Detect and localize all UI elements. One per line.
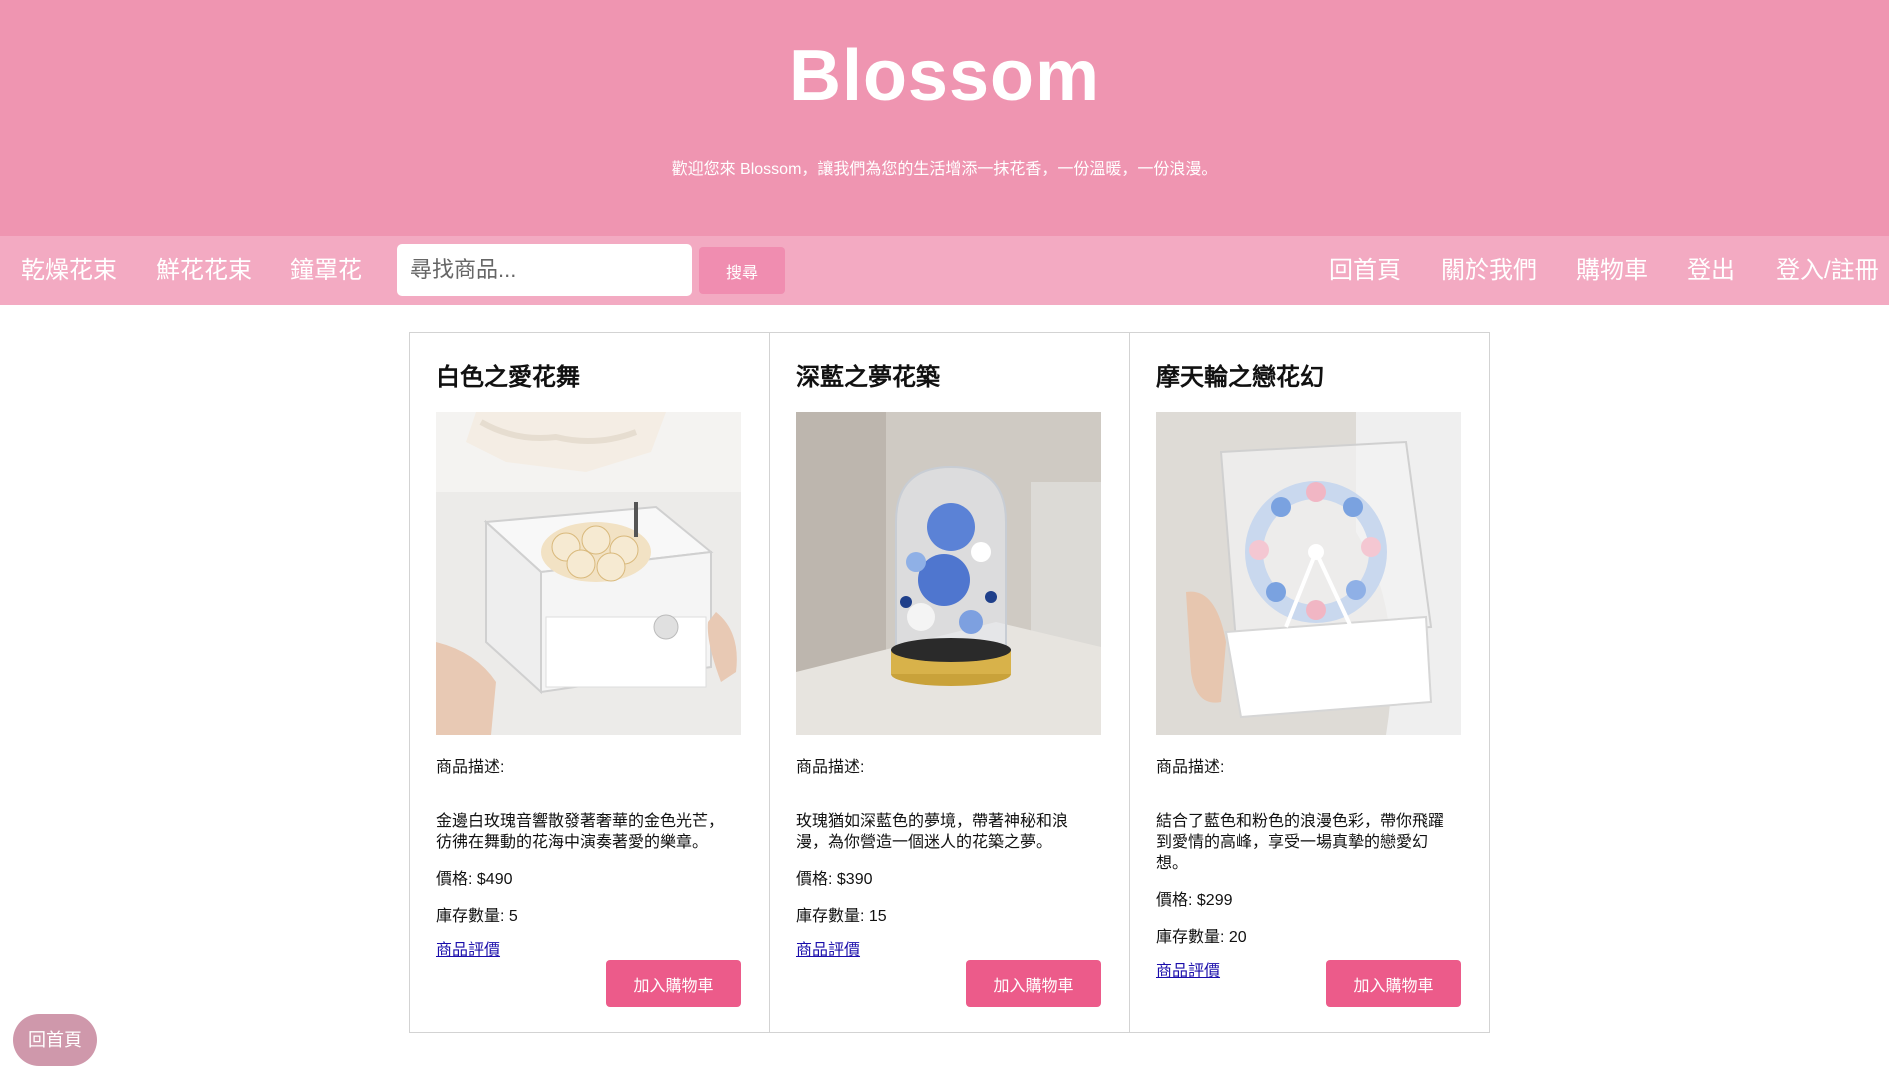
nav-cart[interactable]: 購物車 bbox=[1576, 236, 1648, 305]
product-image[interactable] bbox=[796, 412, 1101, 735]
nav-dried-bouquet[interactable]: 乾燥花束 bbox=[21, 236, 117, 305]
product-grid: 白色之愛花舞 商品描述: 金邊白玫瑰音響散發著奢華的金色光芒，彷彿在舞動的花海中… bbox=[409, 332, 1490, 1033]
add-to-cart-button[interactable]: 加入購物車 bbox=[966, 960, 1101, 1007]
product-name: 白色之愛花舞 bbox=[436, 364, 580, 391]
product-price: 價格: $299 bbox=[1156, 892, 1233, 909]
nav-logout[interactable]: 登出 bbox=[1687, 236, 1735, 305]
product-price: 價格: $390 bbox=[796, 871, 873, 888]
nav-login-register[interactable]: 登入/註冊 bbox=[1776, 236, 1879, 305]
add-to-cart-button[interactable]: 加入購物車 bbox=[1326, 960, 1461, 1007]
nav-fresh-bouquet[interactable]: 鮮花花束 bbox=[156, 236, 252, 305]
product-name: 深藍之夢花築 bbox=[796, 364, 940, 391]
product-stock: 庫存數量: 15 bbox=[796, 908, 887, 925]
product-name: 摩天輪之戀花幻 bbox=[1156, 364, 1324, 391]
product-desc-label: 商品描述: bbox=[436, 759, 505, 776]
search-button[interactable]: 搜尋 bbox=[699, 247, 785, 294]
product-image[interactable] bbox=[1156, 412, 1461, 735]
product-card: 白色之愛花舞 商品描述: 金邊白玫瑰音響散發著奢華的金色光芒，彷彿在舞動的花海中… bbox=[409, 332, 770, 1033]
nav-about-us[interactable]: 關於我們 bbox=[1441, 236, 1537, 305]
nav-home[interactable]: 回首頁 bbox=[1329, 236, 1401, 305]
product-card: 摩天輪之戀花幻 商品描述: 結合了藍色和粉色的浪漫色彩，帶你飛躍到愛情的高峰，享… bbox=[1129, 332, 1490, 1033]
product-stock: 庫存數量: 5 bbox=[436, 908, 518, 925]
product-description: 玫瑰猶如深藍色的夢境，帶著神秘和浪漫，為你營造一個迷人的花築之夢。 bbox=[796, 813, 1069, 851]
product-review-link[interactable]: 商品評價 bbox=[1156, 961, 1220, 983]
product-card: 深藍之夢花築 商品描述: 玫瑰猶如深藍色的夢境，帶著神秘和浪漫，為你營造一個迷人… bbox=[769, 332, 1130, 1033]
add-to-cart-button[interactable]: 加入購物車 bbox=[606, 960, 741, 1007]
product-review-link[interactable]: 商品評價 bbox=[436, 940, 500, 962]
product-description: 結合了藍色和粉色的浪漫色彩，帶你飛躍到愛情的高峰，享受一場真摯的戀愛幻想。 bbox=[1156, 813, 1445, 872]
product-review-link[interactable]: 商品評價 bbox=[796, 940, 860, 962]
product-stock: 庫存數量: 20 bbox=[1156, 929, 1247, 946]
product-description: 金邊白玫瑰音響散發著奢華的金色光芒，彷彿在舞動的花海中演奏著愛的樂章。 bbox=[436, 813, 725, 851]
product-image[interactable] bbox=[436, 412, 741, 735]
site-title: Blossom bbox=[788, 36, 1101, 116]
main-nav: 乾燥花束 鮮花花束 鐘罩花 搜尋 回首頁 關於我們 購物車 登出 登入/註冊 bbox=[0, 236, 1889, 305]
product-desc-label: 商品描述: bbox=[1156, 759, 1225, 776]
site-header: Blossom 歡迎您來 Blossom，讓我們為您的生活增添一抹花香，一份溫暖… bbox=[0, 0, 1889, 236]
search-input[interactable] bbox=[397, 244, 692, 296]
nav-dome-flowers[interactable]: 鐘罩花 bbox=[290, 236, 362, 305]
floating-home-button[interactable]: 回首頁 bbox=[13, 1014, 97, 1066]
site-subtitle: 歡迎您來 Blossom，讓我們為您的生活增添一抹花香，一份溫暖，一份浪漫。 bbox=[671, 161, 1218, 178]
product-desc-label: 商品描述: bbox=[796, 759, 865, 776]
product-price: 價格: $490 bbox=[436, 871, 513, 888]
